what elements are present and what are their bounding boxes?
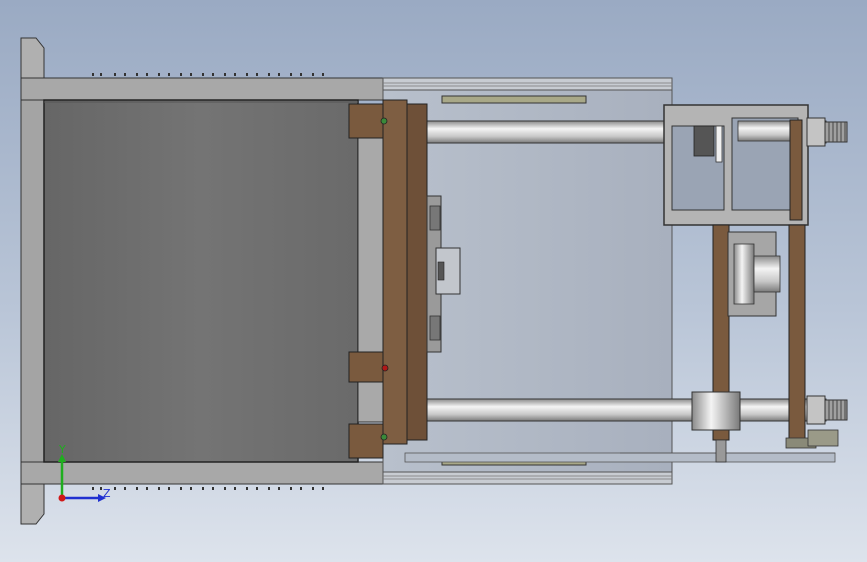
indicator-led-red xyxy=(381,364,389,372)
bottom-rail-bolts xyxy=(92,487,324,490)
guide-strip-top xyxy=(441,95,587,104)
mold-chamber xyxy=(43,99,384,463)
triad-z-label: Z xyxy=(103,487,111,500)
triad-y-label: Y xyxy=(58,443,66,456)
triad-x-origin xyxy=(58,494,66,502)
indicator-led-green-top xyxy=(380,117,388,125)
cad-viewport[interactable]: Y Z xyxy=(0,0,867,562)
clamp-frame xyxy=(663,104,809,226)
indicator-led-green-bottom xyxy=(380,433,388,441)
hydraulic-cylinder xyxy=(727,231,781,317)
tie-rod-nut-bottom xyxy=(806,395,848,425)
lower-link-boss xyxy=(691,391,741,463)
tie-rod-bottom xyxy=(425,398,827,422)
tie-rod-nut-top xyxy=(806,117,848,147)
top-rail-bolts xyxy=(92,73,324,76)
left-end-bracket xyxy=(20,37,46,525)
machine-top-view-drawing: Y Z xyxy=(20,37,848,525)
